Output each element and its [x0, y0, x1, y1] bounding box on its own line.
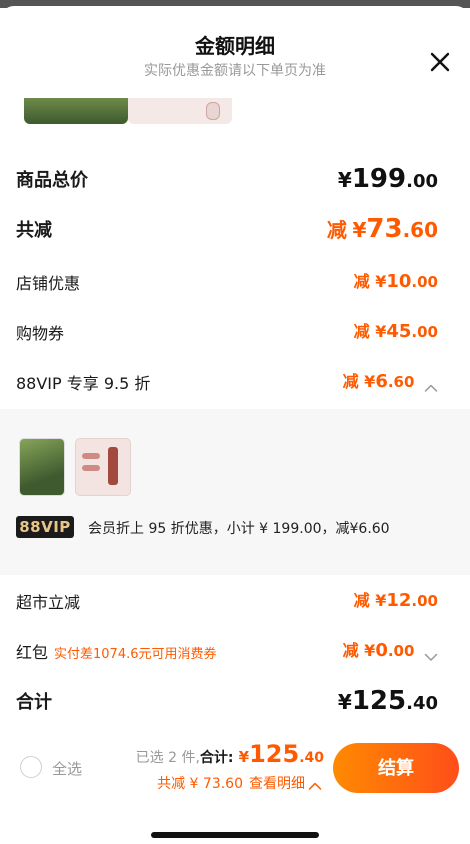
hongbao-value: 减 ¥0.00: [343, 637, 438, 661]
vip-discount-label: 88VIP 专享 9.5 折: [16, 374, 151, 393]
product-image-detail: [82, 465, 100, 471]
market-discount-label: 超市立减: [16, 593, 81, 612]
reduce-amount: 共减 ¥ 73.60: [157, 776, 243, 792]
total-reduce-value: 减 ¥73.60: [326, 214, 438, 244]
hongbao-hint: 实付差1074.6元可用消费券: [54, 647, 217, 662]
row-total-reduce: 共减 减 ¥73.60: [16, 214, 438, 246]
checkout-button[interactable]: 结算: [333, 743, 459, 793]
coupon-label: 购物券: [16, 324, 65, 343]
store-discount-value: 减 ¥10.00: [353, 271, 438, 292]
hongbao-label: 红包: [16, 643, 49, 662]
product-image-detail: [82, 453, 100, 459]
chevron-up-icon: [308, 779, 322, 790]
total-amount: 125: [249, 740, 300, 768]
total-goods-label: 商品总价: [16, 170, 88, 191]
total-label: 合计:: [199, 750, 234, 766]
select-all-checkbox[interactable]: [20, 756, 42, 778]
close-button[interactable]: [426, 48, 454, 76]
row-vip-discount[interactable]: 88VIP 专享 9.5 折 减 ¥6.60: [16, 368, 438, 396]
select-all-label[interactable]: 全选: [52, 758, 82, 779]
row-sum: 合计 ¥125.40: [16, 686, 438, 718]
store-discount-label: 店铺优惠: [16, 274, 81, 293]
product-thumbnail-lipstick: [128, 98, 232, 124]
home-indicator: [151, 832, 319, 838]
view-detail-link[interactable]: 查看明细: [249, 776, 322, 792]
product-thumbnails-scrolled: [14, 98, 244, 126]
amount-detail-sheet: 金额明细 实际优惠金额请以下单页为准 商品总价 ¥199.00 共减 减 ¥73…: [0, 6, 470, 844]
reduce-summary: 共减 ¥ 73.60 查看明细: [157, 773, 322, 793]
hongbao-label-group: 红包 实付差1074.6元可用消费券: [16, 639, 217, 663]
product-thumbnail-book: [24, 98, 128, 124]
vip-product-thumbnail-book: [20, 439, 64, 495]
total-goods-value: ¥199.00: [337, 164, 438, 194]
row-hongbao[interactable]: 红包 实付差1074.6元可用消费券 减 ¥0.00: [16, 637, 438, 665]
vip-discount-value: 减 ¥6.60: [343, 368, 438, 392]
vip-detail-panel: 88VIP 会员折上 95 折优惠，小计 ¥ 199.00，减¥6.60: [0, 409, 470, 575]
market-discount-value: 减 ¥12.00: [353, 590, 438, 611]
sheet-title: 金额明细: [195, 34, 275, 58]
sum-value: ¥125.40: [337, 686, 438, 716]
close-icon: [430, 52, 450, 72]
row-market-discount: 超市立减 减 ¥12.00: [16, 587, 438, 615]
chevron-down-icon[interactable]: [424, 647, 438, 661]
vip-product-thumbnail-lipstick: [76, 439, 130, 495]
row-store-discount: 店铺优惠 减 ¥10.00: [16, 268, 438, 296]
sum-label: 合计: [16, 692, 52, 713]
product-image-detail: [108, 447, 118, 485]
row-coupon: 购物券 减 ¥45.00: [16, 318, 438, 346]
sheet-subtitle: 实际优惠金额请以下单页为准: [144, 63, 326, 79]
total-reduce-label: 共减: [16, 220, 52, 241]
selected-summary: 已选 2 件,合计: ¥125.40: [135, 740, 324, 768]
product-image-detail: [206, 102, 220, 120]
vip-badge: 88VIP: [16, 516, 74, 538]
vip-description: 会员折上 95 折优惠，小计 ¥ 199.00，减¥6.60: [88, 521, 390, 537]
chevron-up-icon[interactable]: [424, 378, 438, 392]
coupon-value: 减 ¥45.00: [353, 321, 438, 342]
selected-count: 已选 2 件,: [135, 750, 200, 766]
row-total-goods: 商品总价 ¥199.00: [16, 164, 438, 196]
